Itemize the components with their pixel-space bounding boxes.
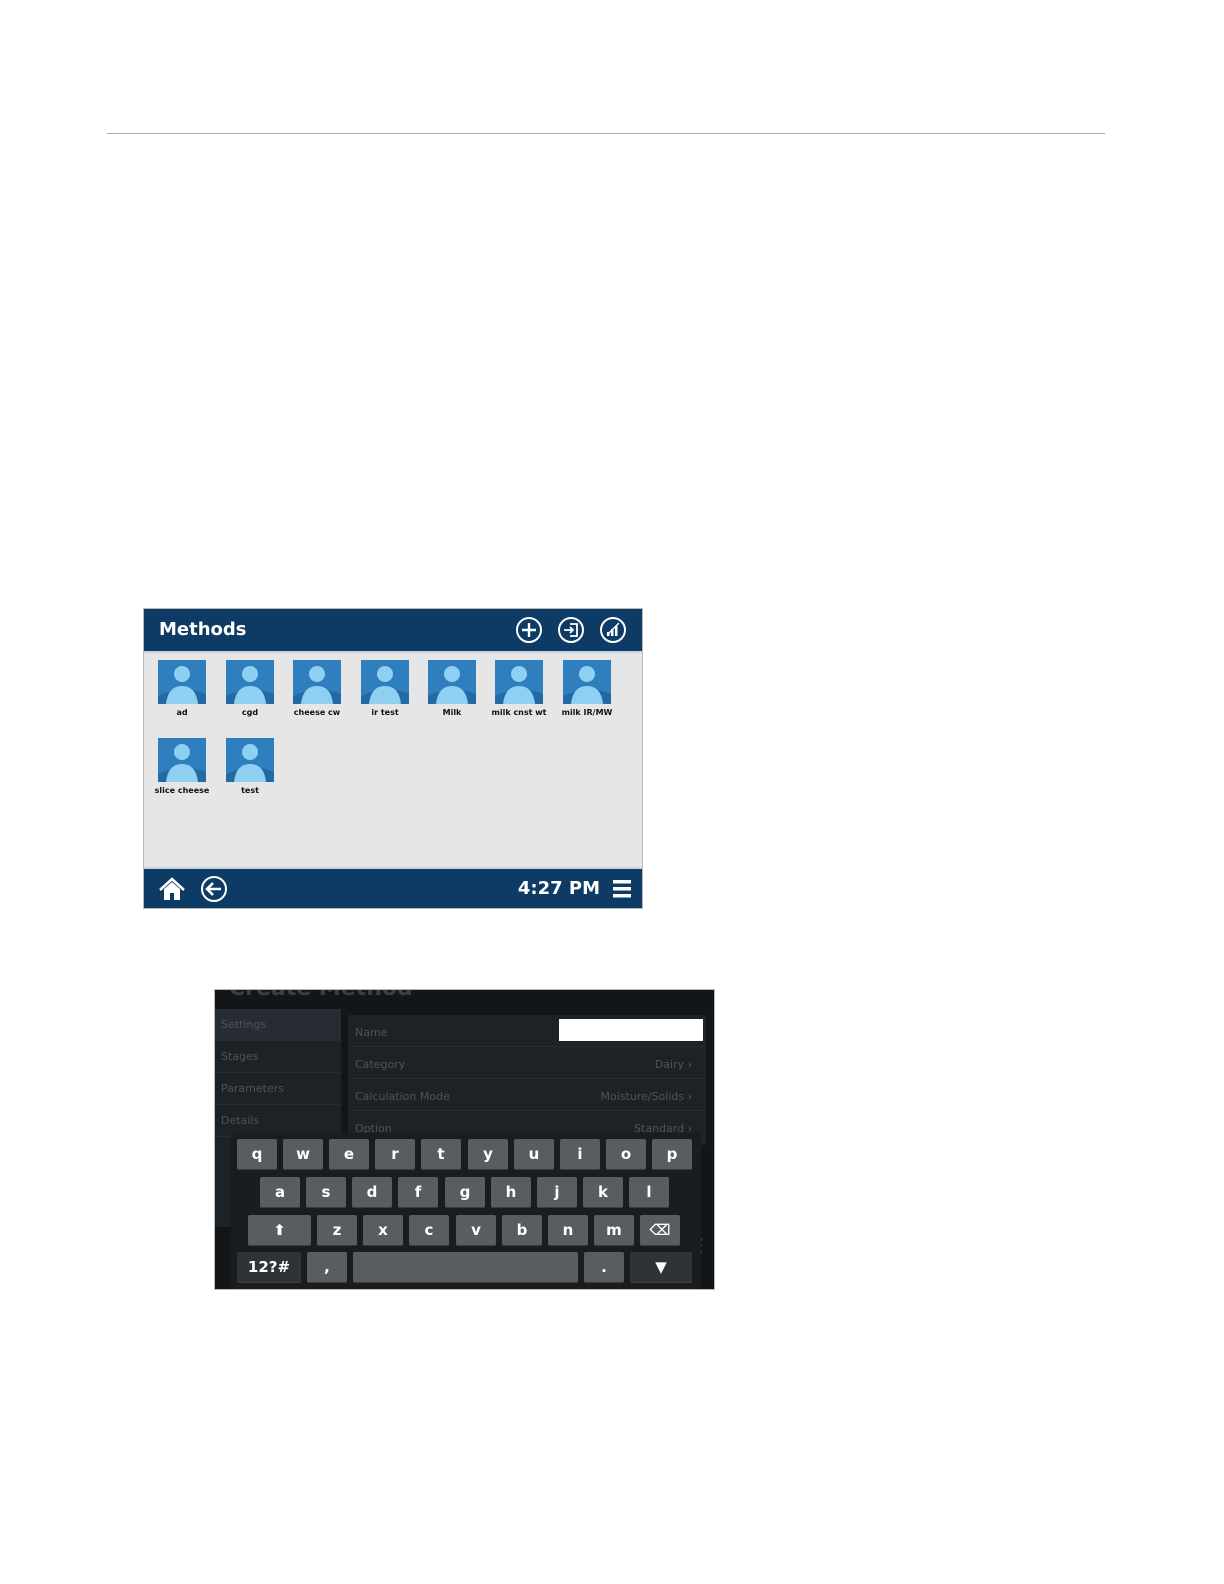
on-screen-keyboard: q w e r t y u i o p a s d f g h j k l ⬆ … [231, 1133, 701, 1289]
home-icon[interactable] [158, 875, 186, 903]
method-label: milk cnst wt [491, 708, 547, 717]
method-tile[interactable]: milk IR/MW [554, 660, 620, 717]
signal-stats-icon[interactable] [599, 616, 627, 644]
key-h[interactable]: h [491, 1177, 531, 1208]
methods-screen: Methods ad cgd cheese cw ir test Milk mi… [143, 608, 643, 909]
calculation-mode-row[interactable]: Calculation Mode Moisture/Solids › [348, 1079, 706, 1111]
key-l[interactable]: l [629, 1177, 669, 1208]
key-b[interactable]: b [502, 1215, 542, 1246]
key-j[interactable]: j [537, 1177, 577, 1208]
user-avatar-icon [158, 738, 206, 782]
category-label: Category [355, 1058, 406, 1071]
key-w[interactable]: w [283, 1139, 323, 1170]
key-m[interactable]: m [594, 1215, 634, 1246]
user-avatar-icon [361, 660, 409, 704]
settings-panel: Name Category Dairy › Calculation Mode M… [348, 1015, 706, 1145]
comma-key[interactable]: , [307, 1252, 347, 1283]
method-label: ir test [371, 708, 399, 717]
key-t[interactable]: t [421, 1139, 461, 1170]
symbols-key[interactable]: 12?# [237, 1252, 301, 1283]
category-value: Dairy › [654, 1058, 692, 1071]
user-avatar-icon [226, 738, 274, 782]
category-row[interactable]: Category Dairy › [348, 1047, 706, 1079]
methods-grid: ad cgd cheese cw ir test Milk milk cnst … [144, 651, 642, 869]
space-key[interactable] [353, 1252, 578, 1283]
user-avatar-icon [495, 660, 543, 704]
add-circle-icon[interactable] [515, 616, 543, 644]
backspace-key[interactable]: ⌫ [640, 1215, 680, 1246]
user-avatar-icon [428, 660, 476, 704]
sidebar-item-parameters[interactable]: Parameters [215, 1073, 341, 1105]
method-tile[interactable]: slice cheese [149, 738, 215, 795]
key-c[interactable]: c [409, 1215, 449, 1246]
user-avatar-icon [226, 660, 274, 704]
methods-footer: 4:27 PM [144, 867, 642, 908]
key-q[interactable]: q [237, 1139, 277, 1170]
calculation-mode-label: Calculation Mode [355, 1090, 450, 1103]
shift-key[interactable]: ⬆ [248, 1215, 311, 1246]
method-label: slice cheese [154, 786, 210, 795]
period-key[interactable]: . [584, 1252, 624, 1283]
calculation-mode-value: Moisture/Solids › [600, 1090, 692, 1103]
back-arrow-icon[interactable] [200, 875, 228, 903]
key-p[interactable]: p [652, 1139, 692, 1170]
key-r[interactable]: r [375, 1139, 415, 1170]
key-n[interactable]: n [548, 1215, 588, 1246]
method-tile[interactable]: cgd [217, 660, 283, 717]
page-title: Methods [159, 619, 247, 640]
method-tile[interactable]: ad [149, 660, 215, 717]
user-avatar-icon [563, 660, 611, 704]
key-y[interactable]: y [468, 1139, 508, 1170]
clock-time: 4:27 PM [517, 878, 600, 899]
method-label: cgd [241, 708, 259, 717]
method-label: Milk [442, 708, 462, 717]
menu-icon[interactable] [608, 875, 636, 903]
method-label: ad [176, 708, 188, 717]
sidebar-item-stages[interactable]: Stages [215, 1041, 341, 1073]
page-divider [107, 133, 1105, 134]
method-tile[interactable]: Milk [419, 660, 485, 717]
user-avatar-icon [293, 660, 341, 704]
key-v[interactable]: v [456, 1215, 496, 1246]
key-g[interactable]: g [445, 1177, 485, 1208]
create-method-screen: Create Method Settings Stages Parameters… [214, 989, 715, 1290]
name-label: Name [355, 1026, 388, 1039]
hide-keyboard-key[interactable]: ▼ [630, 1252, 692, 1283]
user-avatar-icon [158, 660, 206, 704]
method-label: cheese cw [293, 708, 341, 717]
method-tile[interactable]: cheese cw [284, 660, 350, 717]
key-z[interactable]: z [317, 1215, 357, 1246]
key-u[interactable]: u [514, 1139, 554, 1170]
sidebar-item-settings[interactable]: Settings [215, 1009, 341, 1041]
key-f[interactable]: f [398, 1177, 438, 1208]
key-o[interactable]: o [606, 1139, 646, 1170]
import-icon[interactable] [557, 616, 585, 644]
method-tile[interactable]: milk cnst wt [486, 660, 552, 717]
name-input[interactable] [559, 1019, 703, 1041]
key-d[interactable]: d [352, 1177, 392, 1208]
name-row: Name [348, 1015, 706, 1047]
key-a[interactable]: a [260, 1177, 300, 1208]
methods-header: Methods [144, 609, 642, 651]
method-tile[interactable]: ir test [352, 660, 418, 717]
method-label: test [241, 786, 259, 795]
method-tile[interactable]: test [217, 738, 283, 795]
key-s[interactable]: s [306, 1177, 346, 1208]
page-title: Create Method [229, 990, 413, 1001]
key-i[interactable]: i [560, 1139, 600, 1170]
key-e[interactable]: e [329, 1139, 369, 1170]
key-k[interactable]: k [583, 1177, 623, 1208]
method-label: milk IR/MW [561, 708, 613, 717]
key-x[interactable]: x [363, 1215, 403, 1246]
